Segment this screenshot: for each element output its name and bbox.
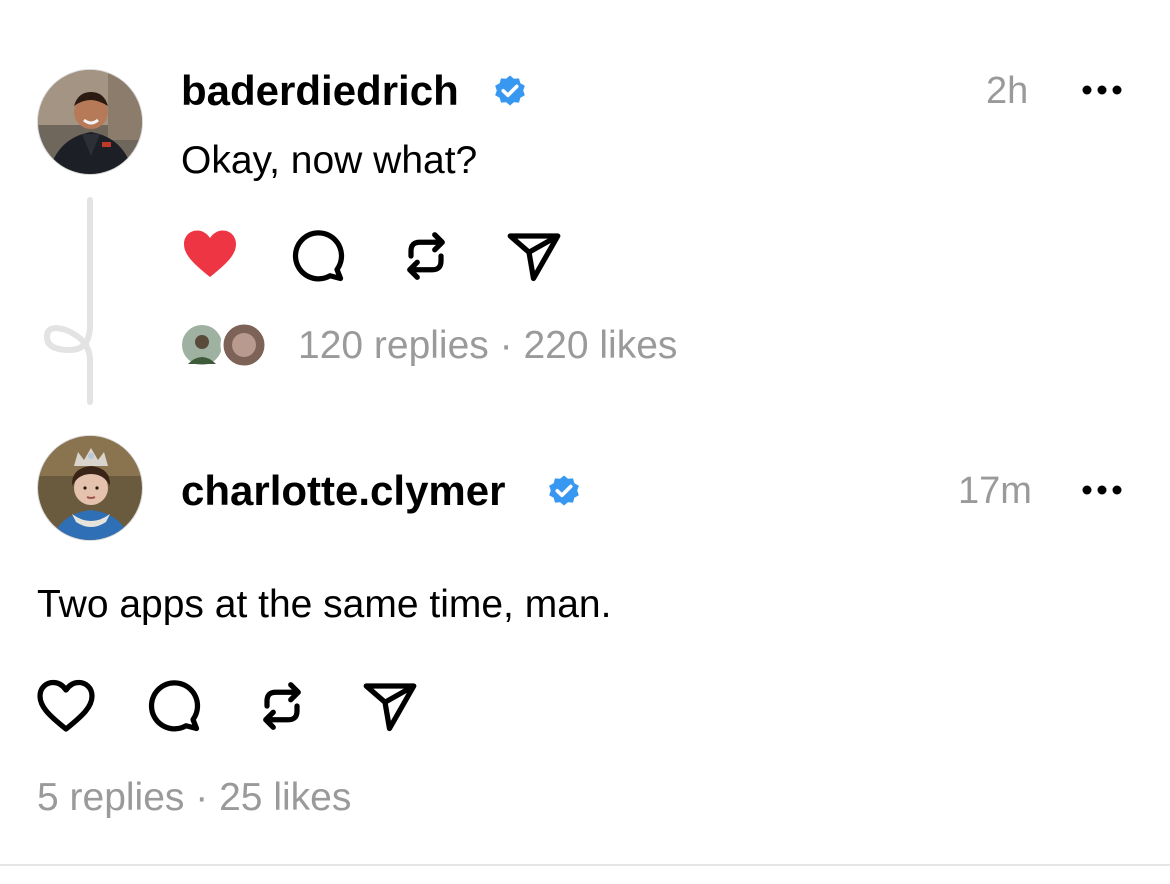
- timestamp: 17m: [958, 470, 1032, 512]
- repost-icon[interactable]: [252, 676, 312, 736]
- heart-icon[interactable]: [180, 224, 240, 284]
- more-icon[interactable]: [1082, 84, 1122, 96]
- timestamp: 2h: [986, 70, 1029, 112]
- share-icon[interactable]: [360, 676, 420, 736]
- stats-separator: ·: [195, 776, 209, 819]
- comment-icon[interactable]: [288, 226, 348, 286]
- reply-avatar-images: [180, 321, 268, 369]
- post-text: Okay, now what?: [181, 139, 478, 182]
- replies-count[interactable]: 5 replies: [37, 776, 184, 819]
- avatar-image: [38, 70, 142, 174]
- username[interactable]: charlotte.clymer: [181, 470, 505, 512]
- post-divider: [0, 864, 1170, 866]
- post-text: Two apps at the same time, man.: [37, 583, 612, 626]
- more-icon[interactable]: [1082, 484, 1122, 496]
- share-icon[interactable]: [504, 226, 564, 286]
- avatar-charlotte-clymer[interactable]: [37, 435, 143, 541]
- avatar-image: [38, 436, 142, 540]
- comment-icon[interactable]: [144, 676, 204, 736]
- likes-count[interactable]: 25 likes: [219, 776, 351, 819]
- username[interactable]: baderdiedrich: [181, 70, 459, 112]
- avatar-baderdiedrich[interactable]: [37, 69, 143, 175]
- heart-icon[interactable]: [36, 676, 96, 736]
- likes-count[interactable]: 220 likes: [523, 324, 677, 367]
- stats-separator: ·: [499, 324, 513, 367]
- verified-badge-icon: [549, 475, 579, 506]
- verified-badge-icon: [495, 75, 525, 106]
- post-stats: 120 replies · 220 likes: [298, 326, 677, 365]
- reply-avatars: [180, 321, 270, 369]
- thread-line: [43, 197, 93, 405]
- post-stats: 5 replies · 25 likes: [37, 778, 351, 817]
- replies-count[interactable]: 120 replies: [298, 324, 489, 367]
- repost-icon[interactable]: [396, 226, 456, 286]
